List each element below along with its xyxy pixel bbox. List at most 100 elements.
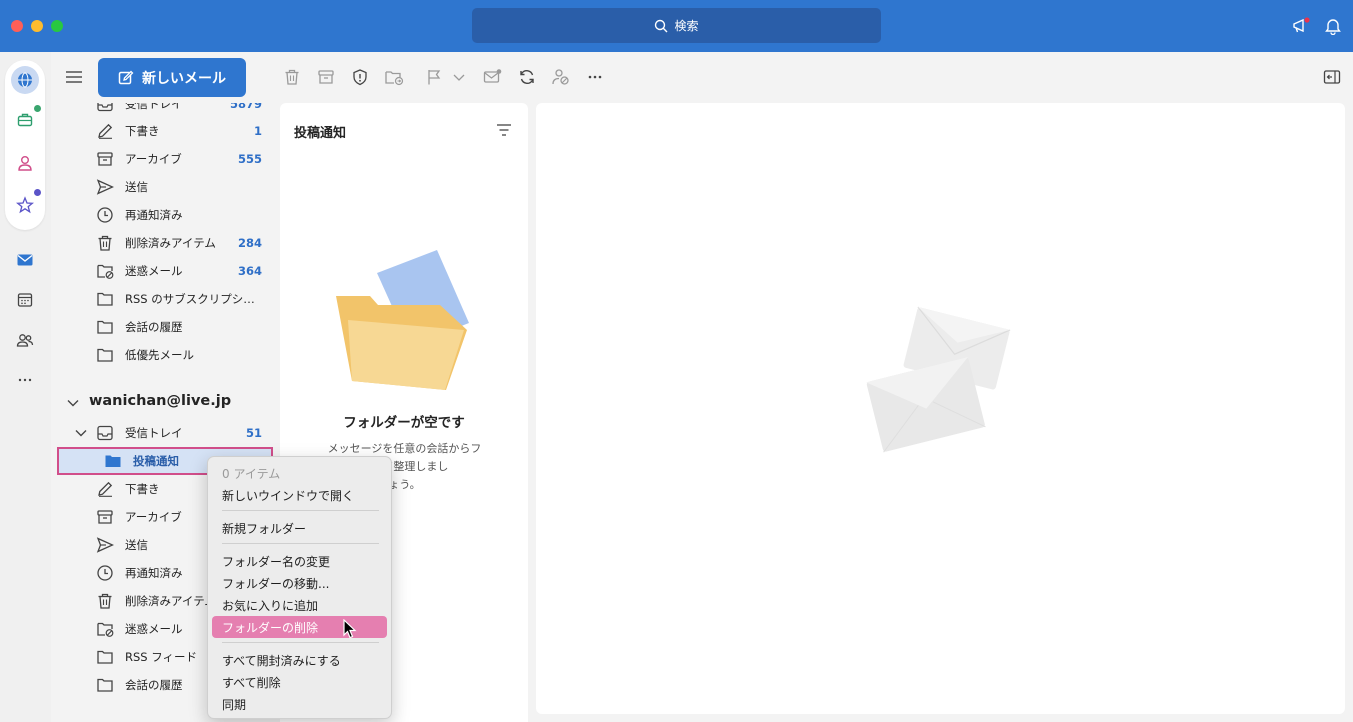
menu-item-sync[interactable]: 同期: [212, 693, 387, 715]
hamburger-icon: [66, 71, 82, 83]
new-mail-button[interactable]: 新しいメール: [98, 58, 246, 97]
folder-count: 364: [237, 264, 262, 278]
menu-item-new-folder[interactable]: 新規フォルダー: [212, 517, 387, 539]
folder-snoozed-top[interactable]: 再通知済み: [51, 201, 279, 229]
empty-folder-illustration: [336, 250, 469, 390]
folder-low-priority-top[interactable]: 低優先メール: [51, 341, 279, 369]
folder-label: 削除済みアイテム: [125, 594, 216, 608]
mark-unread-button[interactable]: [482, 66, 504, 88]
archive-button[interactable]: [315, 66, 337, 88]
rail-globe-button[interactable]: [11, 66, 39, 94]
send-icon: [95, 535, 115, 555]
search-icon: [655, 19, 668, 32]
rail-more-button[interactable]: [11, 366, 39, 394]
flag-options-dropdown[interactable]: [448, 66, 470, 88]
collapse-pane-button[interactable]: [1321, 66, 1343, 88]
folder-label: RSS フィード: [125, 650, 198, 664]
folder-junk-top[interactable]: 迷惑メール 364: [51, 257, 279, 285]
assign-policy-button[interactable]: [550, 66, 572, 88]
rail-calendar-button[interactable]: [11, 286, 39, 314]
star-icon: [16, 196, 34, 214]
rail-mail-button[interactable]: [11, 246, 39, 274]
folder-icon: [95, 345, 115, 365]
folder-inbox-top[interactable]: 受信トレイ 5879: [51, 103, 279, 118]
folder-icon: [95, 289, 115, 309]
new-mail-label: 新しいメール: [142, 70, 226, 87]
favorites-badge: [34, 189, 41, 196]
folder-conversation-history-top[interactable]: 会話の履歴: [51, 313, 279, 341]
folder-deleted-top[interactable]: 削除済みアイテム 284: [51, 229, 279, 257]
menu-item-move-folder[interactable]: フォルダーの移動...: [212, 572, 387, 594]
archive-icon: [95, 149, 115, 169]
archive-icon: [95, 507, 115, 527]
folder-count: 5879: [229, 103, 262, 111]
menu-item-delete-all[interactable]: すべて削除: [212, 671, 387, 693]
panel-collapse-icon: [1323, 70, 1341, 84]
sync-icon: [520, 69, 534, 85]
bell-icon: [1325, 19, 1341, 35]
folder-label: 投稿通知: [133, 454, 179, 468]
archive-icon: [318, 70, 334, 84]
send-icon: [95, 177, 115, 197]
folder-label: 下書き: [125, 482, 160, 496]
account-header[interactable]: wanichan@live.jp: [89, 393, 231, 409]
close-window-button[interactable]: [11, 20, 23, 32]
inbox-icon: [95, 423, 115, 443]
calendar-icon: [17, 293, 33, 307]
folder-sent-top[interactable]: 送信: [51, 173, 279, 201]
inbox-chevron-icon[interactable]: [74, 426, 88, 440]
menu-item-count: 0 アイテム: [222, 466, 281, 481]
folder-archive-top[interactable]: アーカイブ 555: [51, 145, 279, 173]
rail-people-button[interactable]: [11, 326, 39, 354]
notifications-button[interactable]: [1321, 14, 1345, 38]
folder-inbox[interactable]: 受信トレイ 51: [51, 419, 279, 447]
announcement-button[interactable]: [1289, 14, 1313, 38]
briefcase-icon: [17, 113, 33, 127]
globe-icon: [18, 72, 32, 88]
folder-count: 555: [237, 152, 262, 166]
move-to-folder-button[interactable]: [383, 66, 405, 88]
report-button[interactable]: [349, 66, 371, 88]
zoom-window-button[interactable]: [51, 20, 63, 32]
folder-label: 下書き: [125, 124, 160, 138]
trash-icon: [95, 233, 115, 253]
chevron-down-icon: [453, 74, 465, 81]
menu-item-open-new-window[interactable]: 新しいウインドウで開く: [212, 484, 387, 506]
delete-button[interactable]: [281, 66, 303, 88]
menu-item-rename-folder[interactable]: フォルダー名の変更: [212, 550, 387, 572]
rail-person-button[interactable]: [11, 149, 39, 177]
folder-icon: [95, 317, 115, 337]
minimize-window-button[interactable]: [31, 20, 43, 32]
shield-icon: [353, 69, 367, 86]
search-box[interactable]: 検索: [472, 8, 881, 43]
menu-item-add-favorites[interactable]: お気に入りに追加: [212, 594, 387, 616]
folder-label: 削除済みアイテム: [125, 236, 216, 250]
flag-icon: [428, 70, 441, 85]
folder-label: アーカイブ: [125, 152, 182, 166]
person-blocked-icon: [552, 69, 569, 85]
people-icon: [16, 334, 34, 347]
account-chevron-icon[interactable]: [66, 396, 80, 410]
briefcase-badge: [34, 105, 41, 112]
navigation-toggle-button[interactable]: [65, 69, 83, 88]
folder-label: 受信トレイ: [125, 426, 183, 440]
pencil-icon: [95, 121, 115, 141]
more-actions-button[interactable]: [584, 66, 606, 88]
app-rail: [0, 52, 51, 722]
menu-item-delete-folder[interactable]: フォルダーの削除: [212, 616, 387, 638]
mail-unread-icon: [483, 69, 502, 83]
folder-label: 再通知済み: [125, 208, 183, 222]
folder-icon: [95, 647, 115, 667]
folder-rss-top[interactable]: RSS のサブスクリプション: [51, 285, 279, 313]
folder-label: 送信: [125, 538, 148, 552]
menu-item-mark-all-read[interactable]: すべて開封済みにする: [212, 649, 387, 671]
filter-icon[interactable]: [496, 123, 512, 137]
clock-icon: [95, 205, 115, 225]
folder-count: 284: [237, 236, 262, 250]
more-horizontal-icon: [588, 75, 602, 79]
folder-label: 会話の履歴: [125, 320, 183, 334]
folder-label: RSS のサブスクリプション: [125, 292, 255, 306]
sync-button[interactable]: [516, 66, 538, 88]
flag-button[interactable]: [423, 66, 445, 88]
folder-drafts-top[interactable]: 下書き 1: [51, 117, 279, 145]
